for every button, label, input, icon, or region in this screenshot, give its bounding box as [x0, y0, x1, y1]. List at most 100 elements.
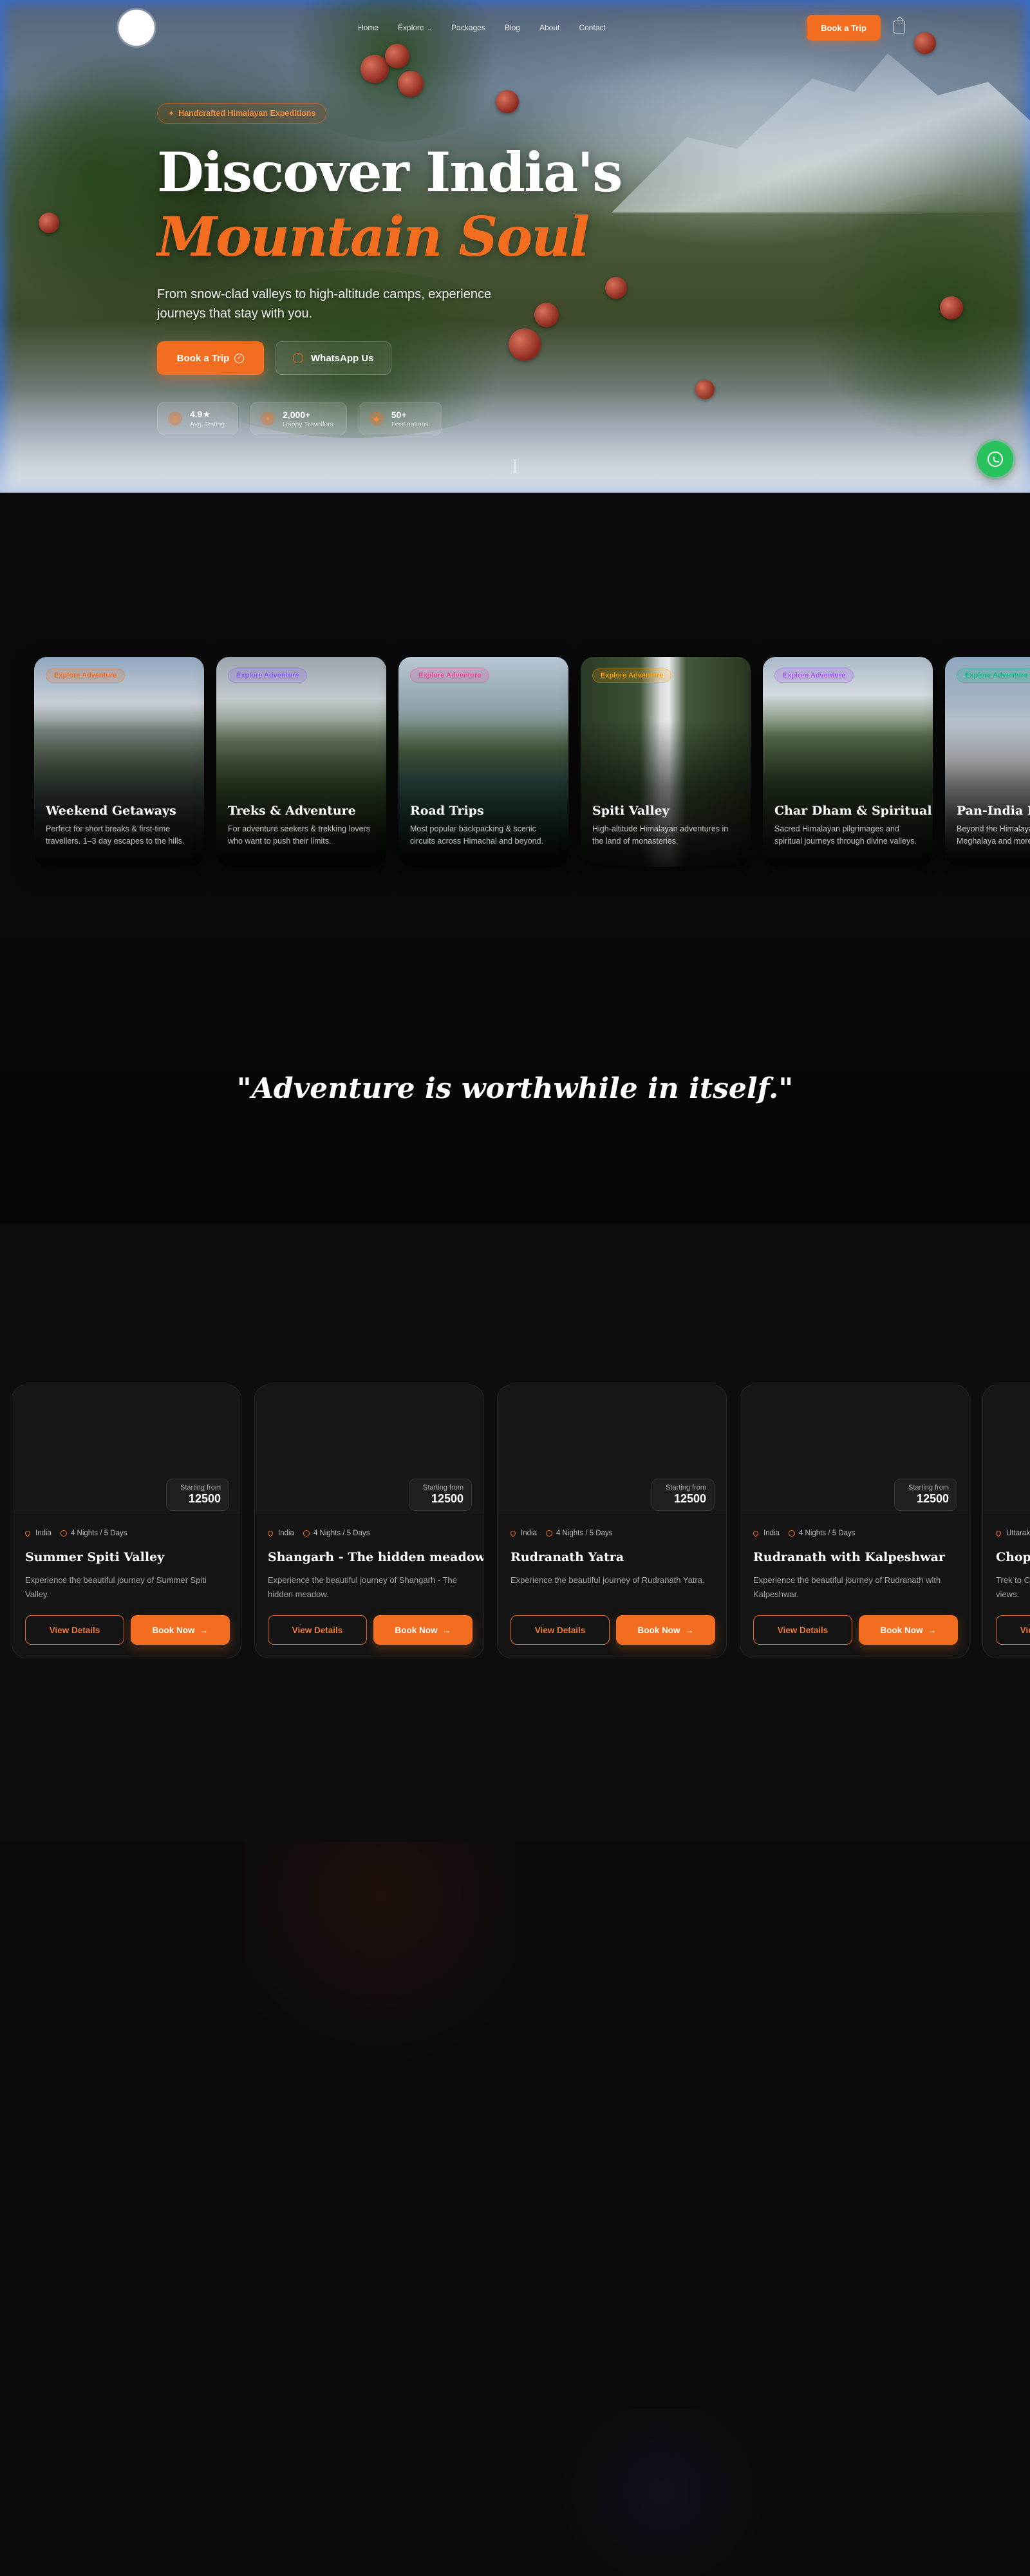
package-description: Experience the beautiful journey of Summ… — [25, 1575, 207, 1599]
hero-content: ✦ Handcrafted Himalayan Expeditions Disc… — [157, 103, 623, 435]
apple-decoration — [940, 296, 963, 319]
category-card[interactable]: Explore Adventure Char Dham & Spiritual Sa… — [763, 657, 933, 867]
package-buttons: View Details Book Now → — [753, 1615, 958, 1645]
price-badge: Starting from 12500 — [651, 1479, 715, 1511]
category-title: Treks & Adventure — [228, 804, 356, 818]
ambient-glow — [528, 2409, 798, 2576]
whatsapp-float-button[interactable] — [977, 441, 1013, 477]
category-title: Weekend Getaways — [46, 804, 176, 818]
arrow-right-icon: → — [928, 1625, 937, 1635]
package-duration: 4 Nights / 5 Days — [313, 1530, 370, 1537]
stat-text: 50+ Destinations — [391, 410, 429, 428]
package-location: India — [278, 1530, 294, 1537]
package-description: Experience the beautiful journey of Shan… — [268, 1575, 457, 1599]
package-card[interactable]: Starting from 12500 India 4 Nights / 5 Days… — [740, 1385, 969, 1658]
book-now-label: Book Now — [880, 1625, 923, 1635]
book-now-button[interactable]: Book Now → — [373, 1615, 473, 1645]
category-title: Pan-India Backpacking — [957, 804, 1030, 818]
view-details-button[interactable]: View Details — [996, 1615, 1030, 1645]
category-tag: Explore Adventure — [410, 668, 490, 683]
map-pin-icon — [995, 1530, 1002, 1537]
package-card[interactable]: Starting from 12500 India 4 Nights / 5 Days… — [254, 1385, 484, 1658]
hero-title-line2: Mountain Soul — [157, 205, 590, 269]
stat-value: 2,000+ — [283, 409, 311, 420]
package-meta: Uttarakhand4 Nights / 5 Days — [995, 1530, 1030, 1537]
quote-text: "Adventure is worthwhile in itself." — [236, 1072, 794, 1105]
hero-whatsapp-button[interactable]: WhatsApp Us — [276, 341, 391, 375]
package-description: Trek to Chopta Tungnath and enjoy the Hi… — [996, 1575, 1030, 1599]
apple-decoration — [39, 213, 59, 233]
map-pin-icon — [509, 1530, 517, 1537]
view-details-button[interactable]: View Details — [25, 1615, 124, 1645]
package-card[interactable]: Starting from 12500 India 4 Nights / 5 Days… — [12, 1385, 241, 1658]
package-title: Summer Spiti Valley — [25, 1550, 165, 1564]
apple-decoration — [398, 71, 424, 97]
nav-link-explore[interactable]: Explore ⌄ — [398, 23, 432, 32]
stat-item: ★ 4.9★ Avg. Rating — [157, 402, 239, 435]
book-now-button[interactable]: Book Now → — [859, 1615, 958, 1645]
category-tag: Explore Adventure — [46, 668, 126, 683]
stat-label: Happy Travellers — [283, 420, 333, 428]
star-icon: ★ — [168, 412, 182, 426]
package-title: Rudranath with Kalpeshwar — [753, 1550, 945, 1564]
map-pin-icon — [752, 1530, 760, 1537]
price-value: 12500 — [188, 1492, 221, 1505]
quote-section: "Adventure is worthwhile in itself." — [0, 934, 1030, 1224]
category-card[interactable]: Explore Adventure Road Trips Most popular … — [398, 657, 568, 867]
package-duration: 4 Nights / 5 Days — [556, 1530, 613, 1537]
clock-icon — [788, 1530, 795, 1537]
apple-decoration — [360, 55, 389, 83]
nav-link-contact[interactable]: Contact — [579, 23, 605, 32]
nav-link-home[interactable]: Home — [358, 23, 379, 32]
package-title: Rudranath Yatra — [510, 1550, 624, 1564]
book-now-label: Book Now — [152, 1625, 195, 1635]
category-description: Beyond the Himalayas: Kerala, Kashmir, M… — [957, 824, 1030, 846]
price-value: 12500 — [431, 1492, 464, 1505]
package-location: India — [521, 1530, 537, 1537]
package-buttons: View DetailsBook Now→ — [996, 1615, 1030, 1645]
category-card[interactable]: Explore Adventure Pan-India Backpacking Be… — [945, 657, 1030, 867]
hero-book-trip-label: Book a Trip — [176, 352, 230, 364]
category-card[interactable]: Explore Adventure Weekend Getaways Perfect… — [34, 657, 204, 867]
package-card[interactable]: Starting from12500Uttarakhand4 Nights / … — [982, 1385, 1030, 1658]
category-description: High-altitude Himalayan adventures in th… — [592, 824, 729, 846]
arrow-right-icon: → — [442, 1625, 451, 1635]
hero-book-trip-button[interactable]: Book a Trip ✓ — [157, 341, 264, 375]
categories-section: Explore Adventure Weekend Getaways Perfect… — [0, 496, 1030, 934]
price-badge: Starting from 12500 — [894, 1479, 957, 1511]
stat-text: 4.9★ Avg. Rating — [190, 409, 225, 428]
nav-link-blog[interactable]: Blog — [505, 23, 520, 32]
arrow-right-icon: → — [685, 1625, 694, 1635]
book-now-button[interactable]: Book Now → — [131, 1615, 230, 1645]
category-tag: Explore Adventure — [592, 668, 672, 683]
bag-icon[interactable] — [894, 17, 905, 33]
hero-stats: ★ 4.9★ Avg. Rating ● 2,000+ Happy Travellers ◆… — [157, 402, 621, 435]
package-title: Shangarh - The hidden meadow — [268, 1550, 484, 1564]
package-card[interactable]: Starting from 12500 India 4 Nights / 5 Days… — [497, 1385, 727, 1658]
price-label: Starting from — [908, 1484, 949, 1492]
view-details-button[interactable]: View Details — [510, 1615, 610, 1645]
view-details-button[interactable]: View Details — [268, 1615, 367, 1645]
nav-link-about[interactable]: About — [539, 23, 559, 32]
price-label: Starting from — [423, 1484, 464, 1492]
scroll-indicator — [514, 459, 516, 473]
hero-badge-label: Handcrafted Himalayan Expeditions — [178, 109, 316, 118]
category-title: Road Trips — [410, 804, 484, 818]
nav-link-label: Explore — [398, 23, 424, 32]
category-card[interactable]: Explore Adventure Treks & Adventure For ad… — [216, 657, 386, 867]
category-card[interactable]: Explore Adventure Spiti Valley High-altitu… — [581, 657, 751, 867]
category-title: Spiti Valley — [592, 804, 670, 818]
view-details-button[interactable]: View Details — [753, 1615, 852, 1645]
nav-book-trip-button[interactable]: Book a Trip — [807, 15, 881, 41]
nav-link-packages[interactable]: Packages — [451, 23, 485, 32]
hero-subtitle: From snow-clad valleys to high-altitude … — [157, 287, 492, 321]
book-now-button[interactable]: Book Now → — [616, 1615, 715, 1645]
whatsapp-icon — [988, 451, 1003, 467]
hero-badge: ✦ Handcrafted Himalayan Expeditions — [157, 103, 327, 124]
package-duration: 4 Nights / 5 Days — [798, 1530, 856, 1537]
site-logo[interactable] — [118, 10, 154, 46]
nav-links: Home Explore ⌄ Packages Blog About Contact — [358, 23, 625, 32]
nav-link-label: About — [539, 23, 560, 32]
map-pin-icon — [267, 1530, 274, 1537]
map-pin-icon — [24, 1530, 32, 1537]
